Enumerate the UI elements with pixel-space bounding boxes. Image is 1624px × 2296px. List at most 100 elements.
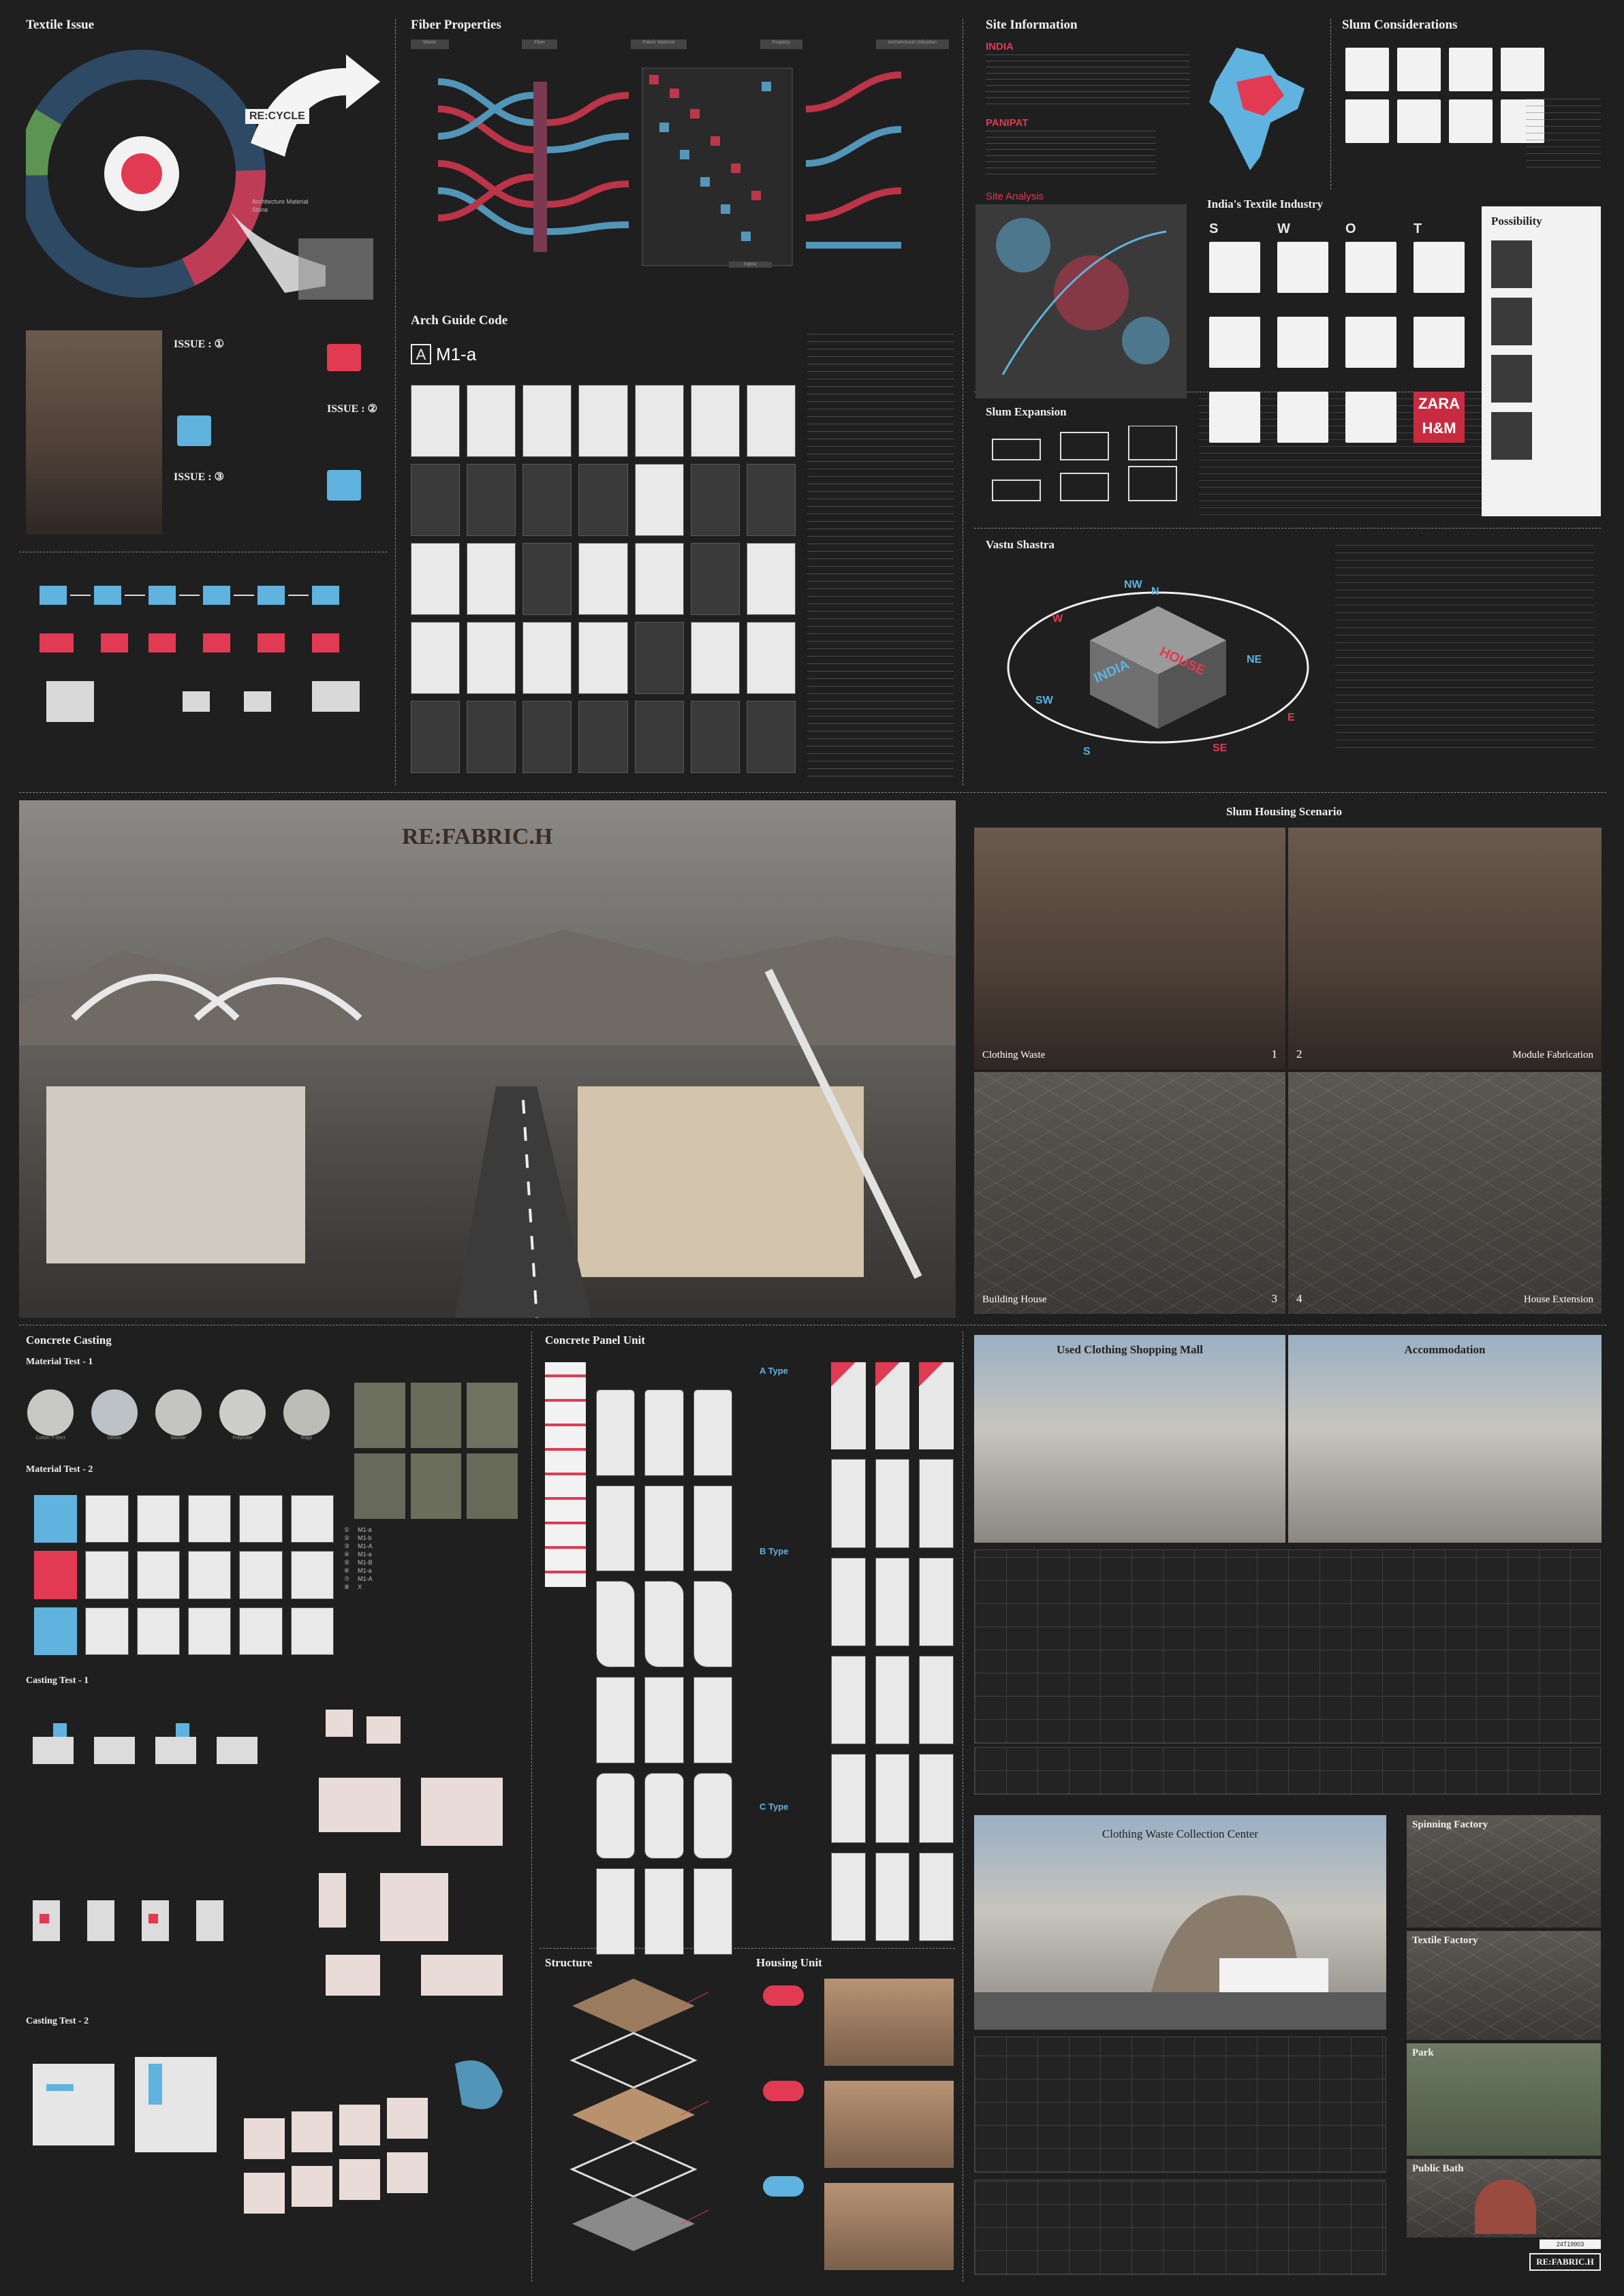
sample-label: Cotton T-Shirt (35, 1436, 65, 1441)
site-analysis-label: Site Analysis (986, 191, 1044, 202)
code-tile (467, 622, 516, 694)
panel-shape (693, 1676, 732, 1763)
code-tile (578, 464, 628, 536)
swot-icon (1277, 317, 1328, 368)
panipat-label: PANIPAT (986, 117, 1029, 129)
code-tile (522, 622, 572, 694)
swot-icon (1345, 242, 1396, 293)
vastu-dir-n: N (1151, 586, 1159, 597)
code-tile (467, 701, 516, 773)
test-shirt (34, 1607, 78, 1655)
consideration-icon (1449, 99, 1493, 143)
panel-type-render (919, 1557, 954, 1646)
issue-2-icon (177, 415, 211, 446)
code-row: ⑥ M1-a (344, 1567, 372, 1574)
collection-center-render: Clothing Waste Collection Center (974, 1815, 1386, 2030)
unit-render (824, 1979, 954, 2066)
slum-considerations-text (1526, 99, 1601, 174)
sample: Cotton T-Shirt (27, 1389, 74, 1441)
code-tile (467, 543, 516, 615)
possibility-photo (1491, 355, 1532, 403)
panel-shapes-grid (596, 1389, 732, 1955)
swot-icon (1209, 317, 1260, 368)
panel-shape (693, 1389, 732, 1476)
panel-type-render (919, 1852, 954, 1941)
code-row: ④ M1-a (344, 1551, 372, 1558)
test-tile (136, 1495, 180, 1543)
scenario-panel-2: 2 Module Fabrication (1288, 828, 1602, 1069)
possibility-card: Possibility (1482, 206, 1601, 516)
textile-waste-photo (26, 330, 162, 535)
panel-label: Clothing Waste (982, 1050, 1046, 1060)
swot-o: O (1345, 221, 1356, 236)
section-title: Housing Unit (756, 1956, 822, 1969)
a-type-label: A Type (760, 1366, 788, 1376)
panel-shape (596, 1676, 636, 1763)
dome-shape (1475, 2180, 1536, 2234)
issue-3-title: ISSUE : ③ (174, 471, 224, 483)
panipat-info-text (986, 131, 1156, 178)
code-tile (411, 385, 460, 457)
sample-label: Polyester (232, 1436, 253, 1441)
casting-test-2-diagram (33, 2057, 503, 2214)
material-test-1-title: Material Test - 1 (26, 1357, 93, 1367)
code-tile (746, 622, 796, 694)
consideration-icon (1397, 99, 1441, 143)
brand-hm: H&M (1422, 420, 1456, 437)
architecture-material-label: Architecture Material Stone (252, 198, 309, 213)
section-title: Possibility (1491, 215, 1542, 227)
sample: Polyester (219, 1389, 266, 1441)
possibility-photo (1491, 412, 1532, 460)
code-row: ⑧X (344, 1584, 362, 1590)
consideration-icon (1501, 48, 1544, 91)
divider (974, 528, 1601, 529)
vastu-text (1335, 545, 1594, 749)
swot-icon-grid: ZARA H&M (1209, 242, 1465, 443)
code-tile (522, 701, 572, 773)
code-tile (467, 464, 516, 536)
panel-type-grid (831, 1362, 954, 1941)
sample-label: Rags (300, 1436, 313, 1441)
column-label: Waste (411, 40, 449, 49)
india-info-text (986, 54, 1190, 109)
test-tile (187, 1551, 232, 1599)
column-label: Fabric Material (630, 40, 687, 49)
collection-center-section-drawing (974, 2180, 1386, 2275)
test-tile (85, 1495, 129, 1543)
casting-test-1-title: Casting Test - 1 (26, 1676, 89, 1686)
fiber-columns-header: Waste Fiber Fabric Material Property Arc… (411, 40, 949, 49)
code-tile (746, 385, 796, 457)
column-label: Fiber (522, 40, 558, 49)
code-value: M1-a (358, 1551, 372, 1558)
mall-render: Used Clothing Shopping Mall (974, 1335, 1285, 1543)
code-tile (522, 385, 572, 457)
swot-t: T (1414, 221, 1422, 236)
vastu-dir-nw: NW (1124, 579, 1142, 591)
description-text-block (807, 334, 954, 776)
test-tile (85, 1607, 129, 1655)
panel-type-render (875, 1557, 910, 1646)
panel-type-render (875, 1655, 910, 1745)
facility-label: Park (1412, 2047, 1434, 2058)
vastu-dir-se: SE (1213, 742, 1228, 754)
consideration-icon (1345, 99, 1389, 143)
site-analysis-map (975, 204, 1187, 398)
park-render: Park (1407, 2043, 1601, 2156)
column-label: Property (760, 40, 803, 49)
panel-type-render (831, 1459, 866, 1548)
india-map (1209, 48, 1305, 170)
code-row: ① M1-a (344, 1526, 372, 1533)
test-tile (239, 1551, 283, 1599)
panel-shape (693, 1772, 732, 1859)
swot-icon (1345, 392, 1396, 443)
code-tile (690, 701, 740, 773)
exploded-structure-diagram (569, 1979, 708, 2251)
test-tile (290, 1495, 334, 1543)
section-title: Structure (545, 1956, 593, 1969)
arch-code-grid (411, 385, 796, 773)
sample-label: Denim (107, 1436, 122, 1441)
collection-center-title: Clothing Waste Collection Center (1102, 1827, 1259, 1840)
mall-floor-plans (974, 1550, 1601, 1744)
panel-shape (596, 1389, 636, 1476)
code-tile (578, 701, 628, 773)
